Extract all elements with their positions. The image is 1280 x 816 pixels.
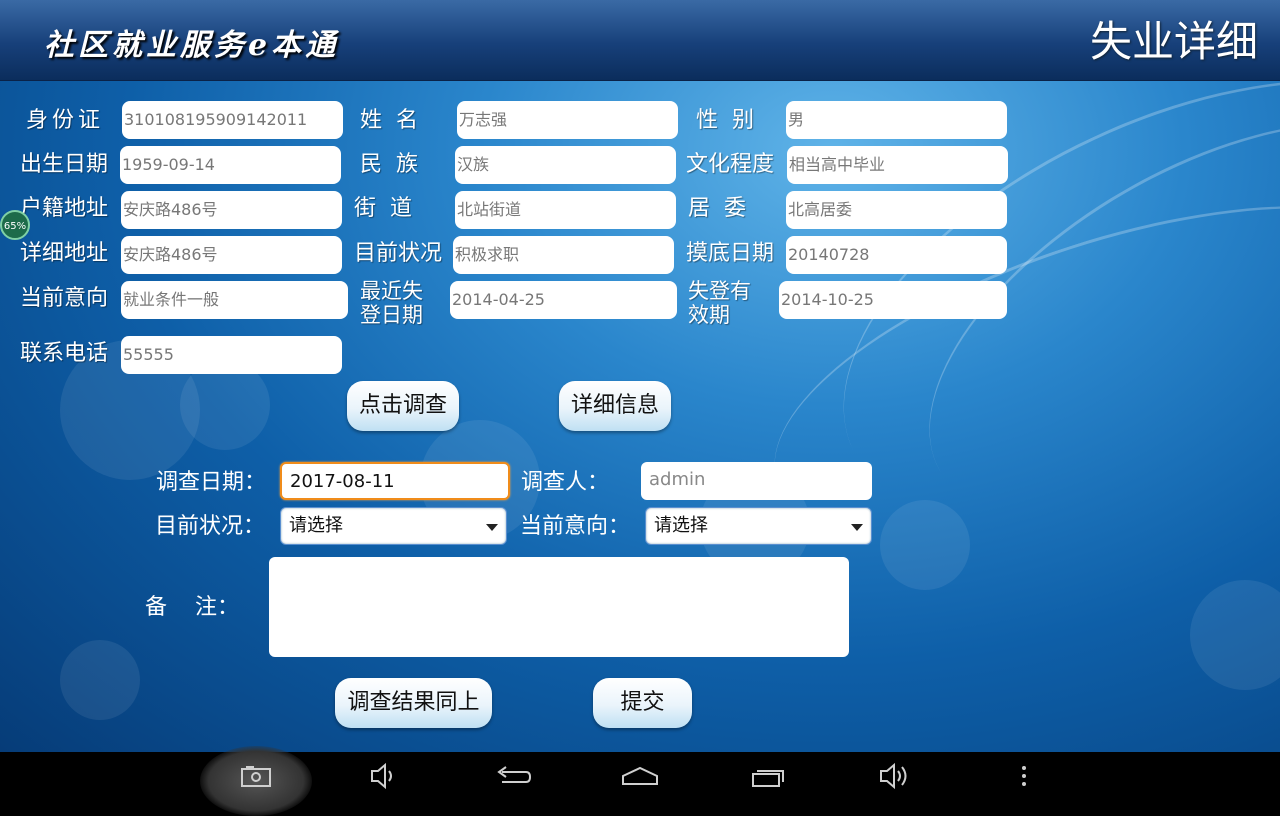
detail-address-field[interactable]: 安庆路486号 (121, 236, 342, 274)
navigation-bar (0, 746, 1280, 816)
recent-registration-date-label: 最近失 登日期 (360, 279, 423, 327)
remarks-label: 备 注： (145, 595, 239, 620)
status-select-value: 请选择 (289, 515, 343, 536)
home-icon[interactable] (610, 752, 670, 800)
remarks-input[interactable] (269, 557, 849, 657)
education-field[interactable]: 相当高中毕业 (787, 146, 1008, 184)
intention-select-label: 当前意向： (520, 514, 631, 539)
survey-base-date-label: 摸底日期 (686, 241, 775, 266)
survey-date-input[interactable]: 2017-08-11 (280, 462, 510, 500)
status-select-label: 目前状况： (155, 514, 266, 539)
status-select[interactable]: 请选择 (280, 507, 507, 545)
submit-button[interactable]: 提交 (593, 678, 692, 728)
street-label: 街 道 (354, 196, 412, 221)
same-as-above-button[interactable]: 调查结果同上 (335, 678, 492, 728)
birth-date-label: 出生日期 (20, 152, 109, 177)
current-status-field[interactable]: 积极求职 (453, 236, 674, 274)
name-field[interactable]: 万志强 (457, 101, 678, 139)
intention-select-value: 请选择 (654, 515, 708, 536)
survey-button[interactable]: 点击调查 (347, 381, 459, 431)
birth-date-field[interactable]: 1959-09-14 (120, 146, 341, 184)
ethnicity-label: 民 族 (360, 152, 418, 177)
recent-registration-date-label-line1: 最近失 (360, 279, 423, 303)
committee-label: 居 委 (688, 196, 746, 221)
recent-registration-date-field[interactable]: 2014-04-25 (450, 281, 677, 319)
phone-field[interactable]: 55555 (121, 336, 342, 374)
recent-apps-icon[interactable] (738, 752, 798, 800)
gender-label: 性 别 (696, 108, 754, 133)
committee-field[interactable]: 北高居委 (786, 191, 1007, 229)
page-title: 失业详细 (1089, 17, 1258, 66)
household-address-field[interactable]: 安庆路486号 (121, 191, 342, 229)
intention-select[interactable]: 请选择 (645, 507, 872, 545)
current-intention-field[interactable]: 就业条件一般 (121, 281, 348, 319)
progress-badge: 65% (0, 210, 30, 240)
app-title: 社区就业服务e本通 (44, 28, 340, 63)
household-address-label: 户籍地址 (20, 196, 109, 221)
volume-down-icon[interactable] (354, 752, 414, 800)
volume-up-icon[interactable] (866, 752, 926, 800)
header-bar: 社区就业服务e本通 失业详细 (0, 0, 1280, 81)
gender-field[interactable]: 男 (786, 101, 1007, 139)
street-field[interactable]: 北站街道 (455, 191, 676, 229)
registration-valid-label: 失登有 效期 (688, 279, 751, 327)
chevron-down-icon (486, 524, 498, 531)
registration-valid-label-line2: 效期 (688, 303, 730, 327)
registration-valid-label-line1: 失登有 (688, 279, 751, 303)
screenshot-icon[interactable] (226, 752, 286, 800)
survey-base-date-field[interactable]: 20140728 (786, 236, 1007, 274)
registration-valid-field[interactable]: 2014-10-25 (779, 281, 1007, 319)
detail-address-label: 详细地址 (20, 241, 109, 266)
education-label: 文化程度 (686, 152, 775, 177)
surveyor-input[interactable]: admin (641, 462, 872, 500)
surveyor-label: 调查人： (521, 470, 610, 495)
current-intention-label: 当前意向 (20, 286, 109, 311)
back-icon[interactable] (482, 752, 542, 800)
recent-registration-date-label-line2: 登日期 (360, 303, 423, 327)
chevron-down-icon (851, 524, 863, 531)
survey-date-label: 调查日期： (156, 470, 267, 495)
phone-label: 联系电话 (20, 341, 109, 366)
current-status-label: 目前状况 (354, 241, 443, 266)
details-button[interactable]: 详细信息 (559, 381, 671, 431)
name-label: 姓 名 (360, 108, 418, 133)
ethnicity-field[interactable]: 汉族 (455, 146, 676, 184)
id-card-field[interactable]: 310108195909142011 (122, 101, 343, 139)
id-card-label: 身份证 (26, 108, 105, 133)
menu-icon[interactable] (994, 752, 1054, 800)
